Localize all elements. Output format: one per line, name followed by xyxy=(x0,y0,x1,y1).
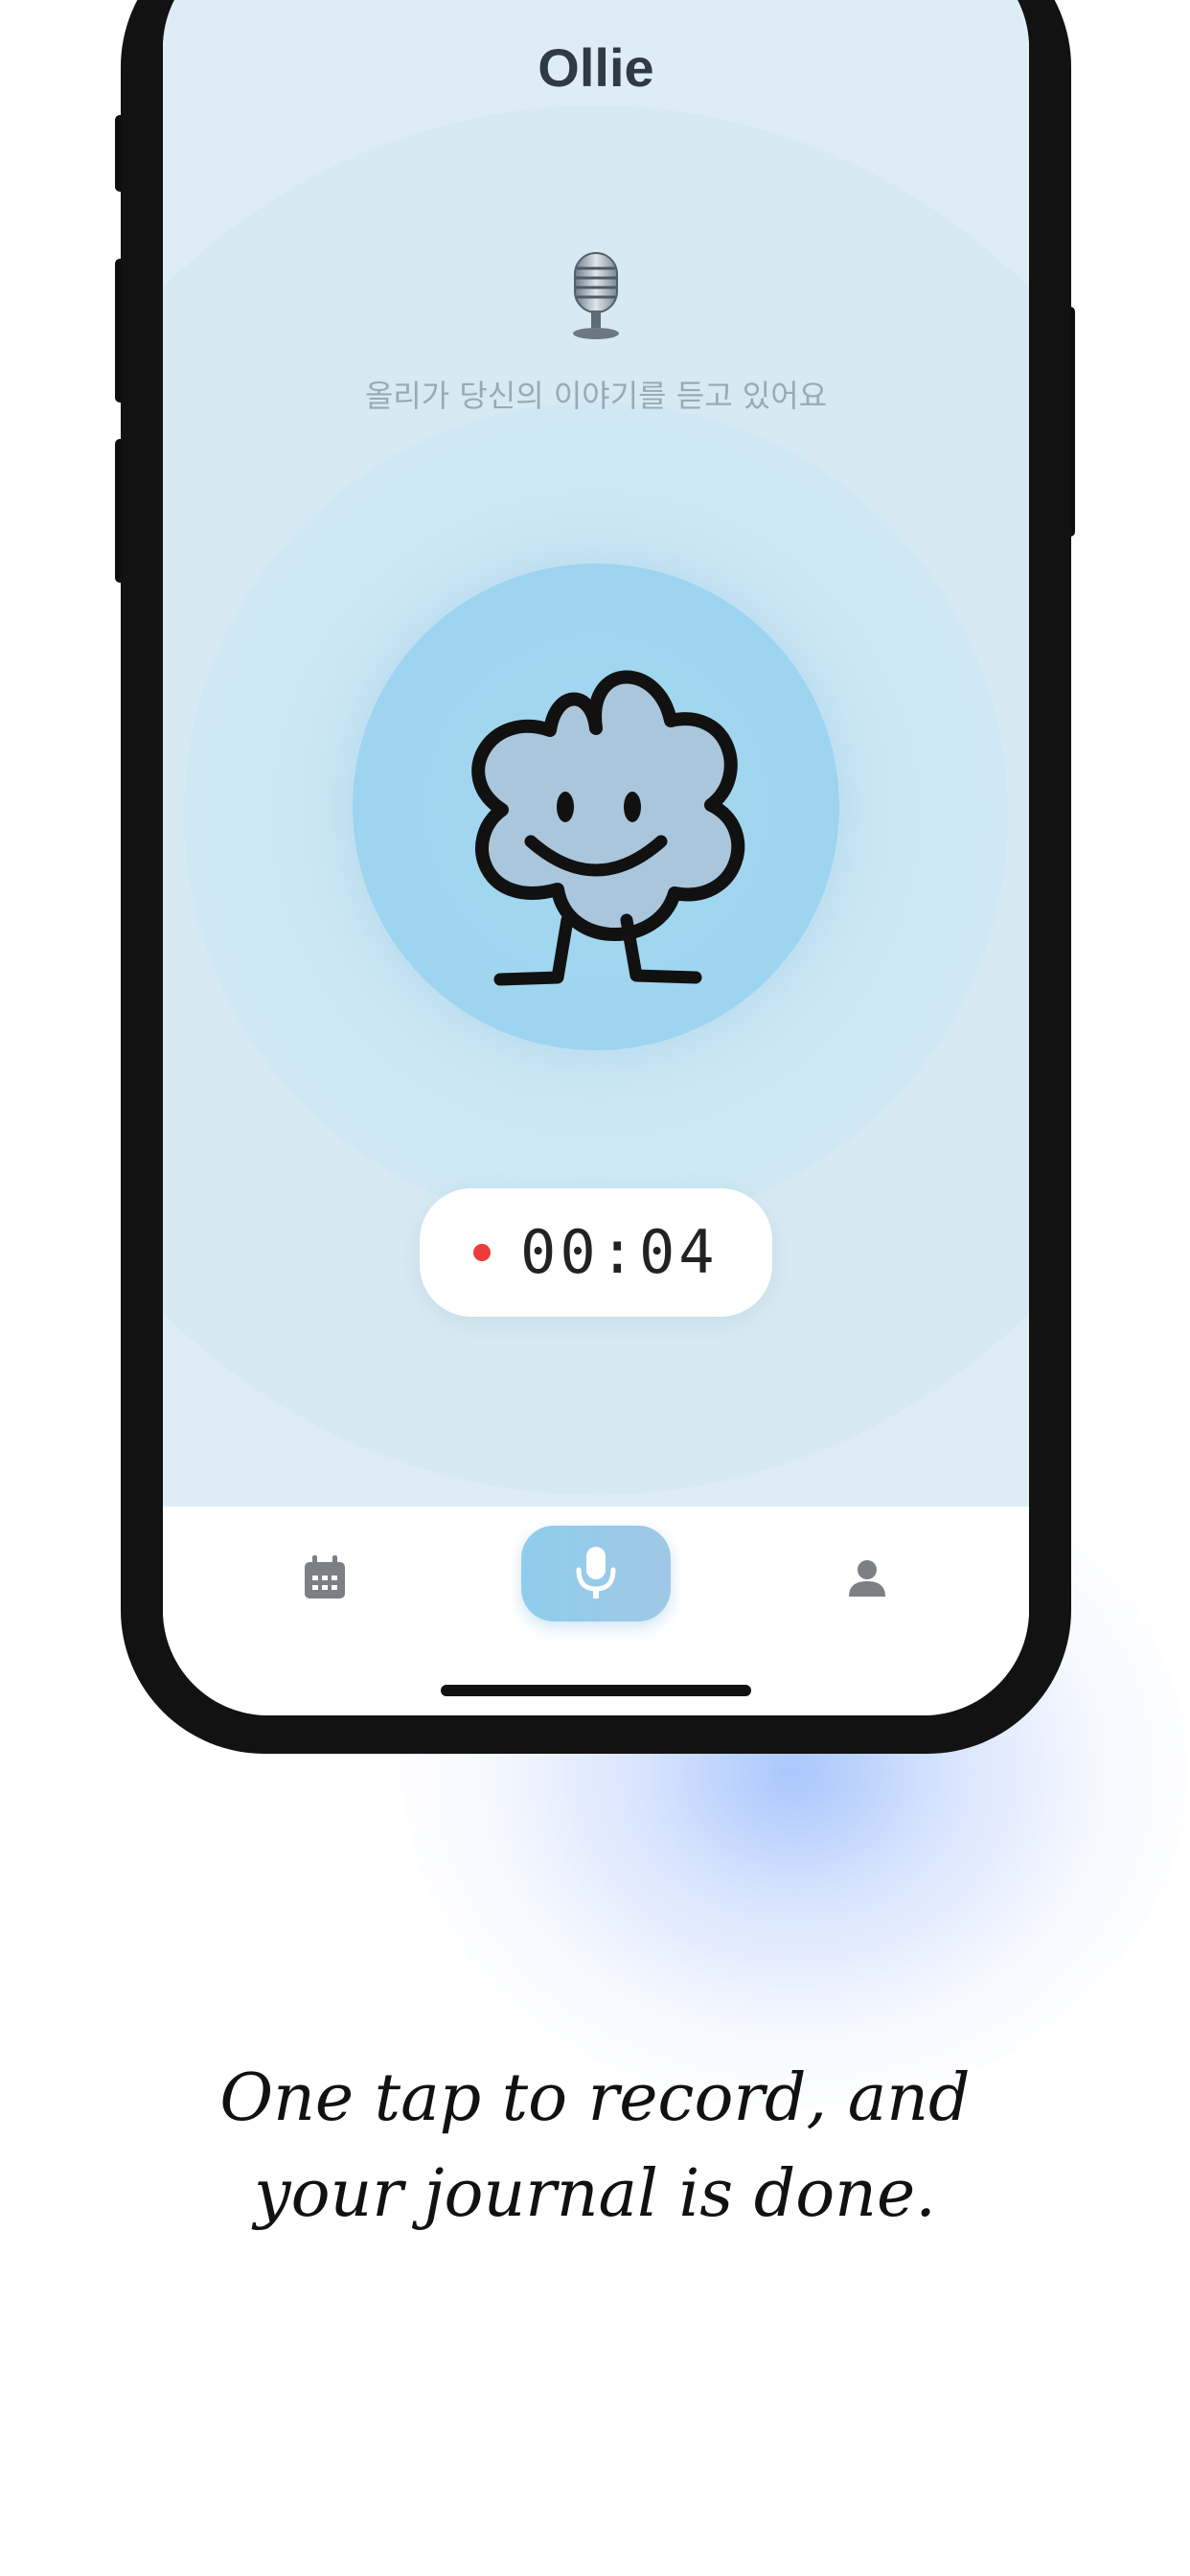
tab-bar xyxy=(163,1506,1029,1715)
recording-timer: 00:04 xyxy=(420,1188,772,1317)
timer-value: 00:04 xyxy=(520,1217,719,1287)
phone-screen: Ollie 올리가 당신의 이야기를 듣고 있어요 00:04 xyxy=(163,0,1029,1715)
app-title: Ollie xyxy=(538,37,654,98)
record-tab-button[interactable] xyxy=(521,1526,671,1622)
recording-indicator-dot xyxy=(473,1244,491,1261)
person-icon[interactable] xyxy=(847,1558,887,1598)
listening-status-text: 올리가 당신의 이야기를 듣고 있어요 xyxy=(364,378,828,414)
cloud-mascot-icon xyxy=(471,670,745,986)
caption-line-1: One tap to record, and xyxy=(219,2060,971,2136)
microphone-icon xyxy=(576,1547,616,1598)
recording-screen: Ollie 올리가 당신의 이야기를 듣고 있어요 00:04 xyxy=(163,0,1029,1506)
calendar-icon[interactable] xyxy=(303,1554,347,1600)
marketing-caption: One tap to record, and your journal is d… xyxy=(0,2051,1190,2242)
studio-microphone-icon xyxy=(573,252,619,339)
home-indicator[interactable] xyxy=(441,1685,751,1696)
caption-line-2: your journal is done. xyxy=(254,2156,936,2232)
